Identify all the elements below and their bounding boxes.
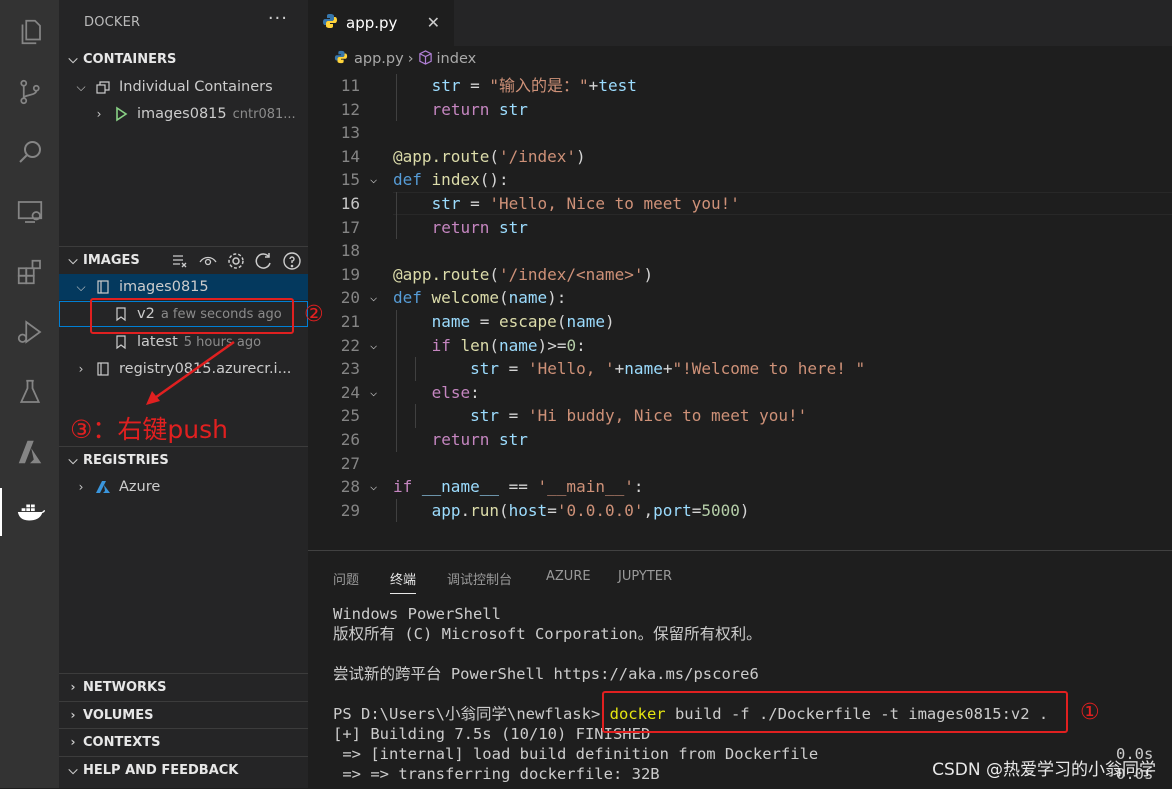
annotation-arrow [146,340,235,405]
watermark: CSDN @热爱学习的小翁同学 [932,760,1156,780]
